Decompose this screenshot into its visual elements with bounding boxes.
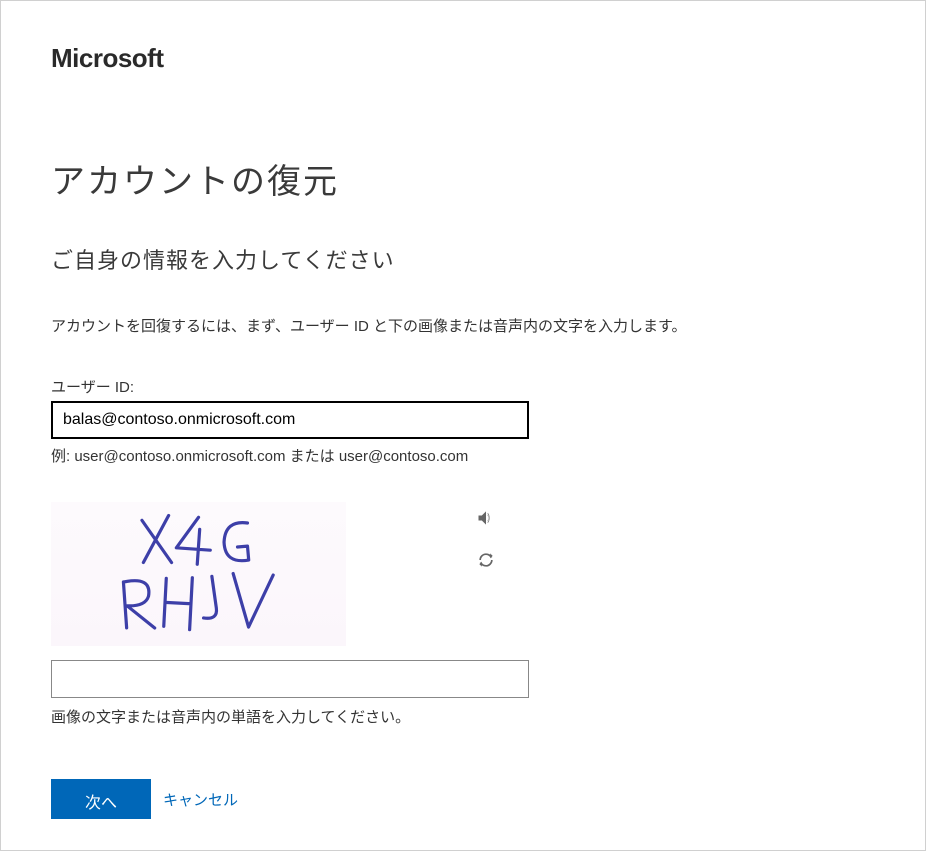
instruction-text: アカウントを回復するには、まず、ユーザー ID と下の画像または音声内の文字を入… xyxy=(51,315,875,336)
captcha-image xyxy=(51,502,346,646)
page-title: アカウントの復元 xyxy=(51,154,875,203)
captcha-controls xyxy=(476,502,496,570)
next-button[interactable]: 次へ xyxy=(51,779,151,819)
microsoft-logo: Microsoft xyxy=(51,43,875,74)
cancel-button[interactable]: キャンセル xyxy=(159,783,242,816)
captcha-text-graphic xyxy=(99,509,299,639)
captcha-section xyxy=(51,502,875,646)
audio-icon[interactable] xyxy=(476,508,496,528)
captcha-hint: 画像の文字または音声内の単語を入力してください。 xyxy=(51,706,875,727)
userid-example: 例: user@contoso.onmicrosoft.com または user… xyxy=(51,445,875,466)
userid-input[interactable] xyxy=(51,401,529,439)
button-row: 次へ キャンセル xyxy=(51,779,875,819)
subheading: ご自身の情報を入力してください xyxy=(51,243,875,275)
captcha-input[interactable] xyxy=(51,660,529,698)
userid-label: ユーザー ID: xyxy=(51,376,875,397)
refresh-icon[interactable] xyxy=(476,550,496,570)
